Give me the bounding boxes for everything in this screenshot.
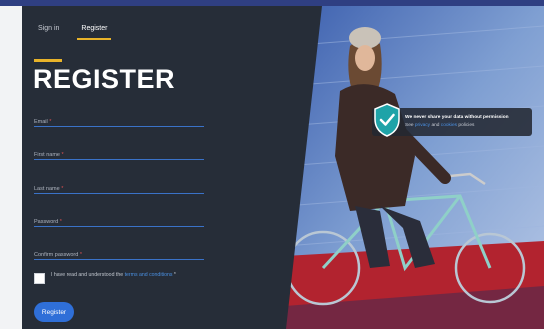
hero-image: [285, 6, 544, 329]
confirm-password-label: Confirm password *: [34, 252, 82, 258]
terms-text: I have read and understood the terms and…: [51, 272, 176, 278]
terms-link[interactable]: terms and conditions: [125, 272, 173, 278]
password-label: Password *: [34, 219, 62, 225]
register-button[interactable]: Register: [34, 302, 74, 322]
last-name-field[interactable]: Last name *: [34, 177, 204, 194]
email-label: Email *: [34, 119, 52, 125]
email-field[interactable]: Email *: [34, 110, 204, 127]
first-name-field[interactable]: First name *: [34, 143, 204, 160]
title-accent: [34, 59, 62, 62]
shield-check-icon: [374, 103, 400, 137]
privacy-links: See privacy and cookies policies: [405, 123, 475, 128]
page-title: REGISTER: [33, 64, 176, 94]
privacy-message: We never share your data without permiss…: [405, 115, 509, 120]
terms-checkbox[interactable]: [34, 273, 45, 284]
tab-sign-in[interactable]: Sign in: [34, 22, 63, 40]
last-name-label: Last name *: [34, 186, 64, 192]
page-edge: [0, 6, 22, 329]
password-field[interactable]: Password *: [34, 210, 204, 227]
tab-register[interactable]: Register: [77, 22, 112, 40]
first-name-label: First name *: [34, 152, 64, 158]
privacy-notice: We never share your data without permiss…: [372, 103, 532, 137]
cookies-link[interactable]: cookies: [441, 123, 457, 128]
hero-illustration: [285, 6, 544, 329]
terms-consent: I have read and understood the terms and…: [34, 272, 201, 284]
privacy-link[interactable]: privacy: [415, 123, 430, 128]
confirm-password-field[interactable]: Confirm password *: [34, 243, 204, 260]
auth-tabs: Sign in Register: [34, 22, 112, 40]
